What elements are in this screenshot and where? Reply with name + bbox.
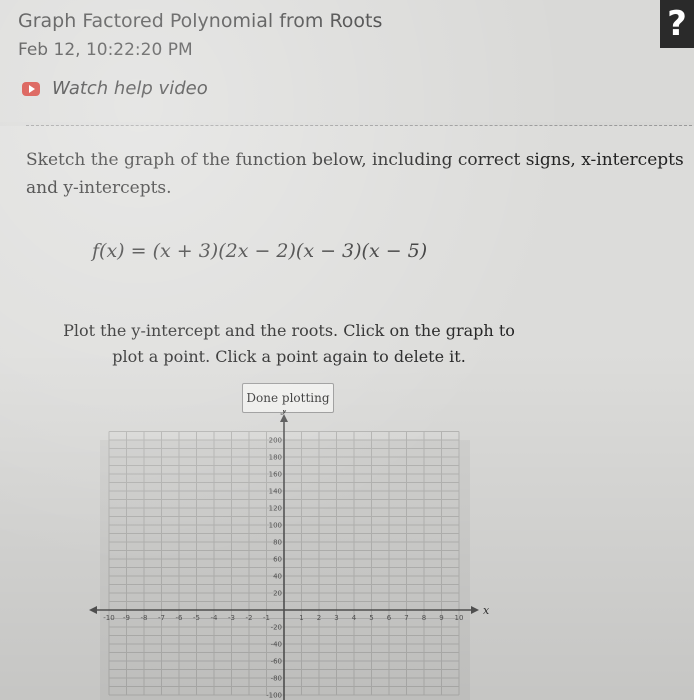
done-plotting-button[interactable]: Done plotting: [242, 383, 334, 413]
y-tick-label: 160: [269, 471, 282, 479]
y-tick-label: -20: [271, 624, 282, 632]
x-tick-label: 9: [439, 614, 443, 622]
x-tick-label: -4: [211, 614, 219, 622]
x-tick-label: 7: [404, 614, 408, 622]
page-title: Graph Factored Polynomial from Roots: [18, 10, 383, 32]
x-tick-label: -8: [141, 614, 148, 622]
x-tick-label: 10: [455, 614, 464, 622]
y-tick-label: 200: [269, 437, 282, 445]
x-tick-label: -10: [103, 614, 114, 622]
x-tick-label: -9: [123, 614, 130, 622]
y-tick-label: 40: [273, 573, 282, 581]
x-tick-label: 3: [334, 614, 338, 622]
y-tick-label: 140: [269, 488, 282, 496]
function-formula: f(x) = (x + 3)(2x − 2)(x − 3)(x − 5): [92, 240, 428, 262]
x-tick-label: 2: [317, 614, 321, 622]
help-video-label: Watch help video: [52, 78, 208, 99]
x-tick-label: -6: [176, 614, 184, 622]
help-question-icon[interactable]: ?: [660, 0, 694, 48]
y-axis-label: y: [280, 410, 288, 415]
x-tick-label: 1: [299, 614, 303, 622]
x-tick-label: -1: [263, 614, 270, 622]
x-tick-label: -2: [246, 614, 253, 622]
x-tick-label: 5: [369, 614, 373, 622]
y-tick-label: 120: [269, 505, 282, 513]
y-tick-label: -80: [271, 675, 282, 683]
y-tick-label: -60: [271, 658, 282, 666]
y-axis-arrow-up: [280, 414, 288, 422]
header-area: Graph Factored Polynomial from Roots Feb…: [0, 0, 694, 122]
y-tick-label: 100: [269, 522, 282, 530]
x-tick-label: 4: [352, 614, 357, 622]
x-axis-arrow-right: [471, 606, 479, 614]
question-prompt: Sketch the graph of the function below, …: [26, 150, 684, 198]
y-tick-label: 180: [269, 454, 282, 462]
plot-instructions: Plot the y-intercept and the roots. Clic…: [63, 321, 515, 366]
x-tick-label: 6: [387, 614, 392, 622]
y-tick-label: -40: [271, 641, 282, 649]
y-tick-label: -100: [266, 692, 282, 700]
y-tick-label: 60: [273, 556, 282, 564]
y-tick-label: 20: [273, 590, 282, 598]
timestamp: Feb 12, 10:22:20 PM: [18, 40, 193, 60]
graph-plot-area[interactable]: -10 -9 -8 -7 -6 -5 -4 -3 -2 -1 1 2 3 4 5 6 7 8 9 10 200 180 1…: [80, 410, 490, 700]
x-tick-label: -5: [193, 614, 200, 622]
x-tick-label: 8: [422, 614, 426, 622]
x-axis-label: x: [483, 604, 490, 617]
x-axis-arrow-left: [89, 606, 97, 614]
play-video-icon: [22, 81, 40, 96]
watch-help-video-link[interactable]: Watch help video: [22, 78, 208, 99]
x-tick-label: -7: [158, 614, 165, 622]
y-tick-label: 80: [273, 539, 282, 547]
x-tick-label: -3: [228, 614, 235, 622]
